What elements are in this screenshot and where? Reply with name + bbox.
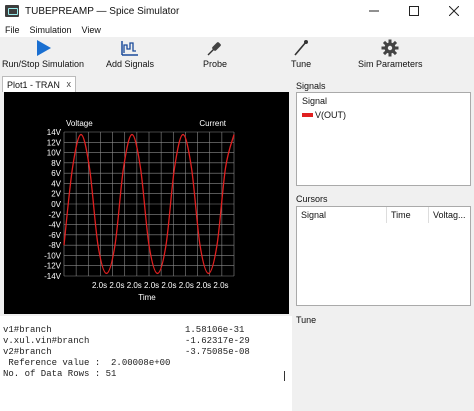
console-line: v2#branch xyxy=(3,347,52,357)
y-axis-label-voltage: Voltage xyxy=(66,119,93,128)
y-tick-label: -6V xyxy=(49,231,62,240)
cursors-table[interactable]: Signal Time Voltag... xyxy=(296,206,471,306)
y-tick-label: -2V xyxy=(49,210,62,219)
close-icon xyxy=(449,6,459,16)
add-signals-button[interactable]: Add Signals xyxy=(106,39,154,69)
probe-label: Probe xyxy=(203,59,228,69)
y-tick-label: 8V xyxy=(51,159,61,168)
cursors-column-voltage[interactable]: Voltag... xyxy=(429,207,472,223)
console-line: Reference value : 2.00008e+00 xyxy=(3,358,171,368)
console-line: No. of Data Rows : 51 xyxy=(3,369,117,379)
signal-item-label: V(OUT) xyxy=(315,110,346,120)
maximize-button[interactable] xyxy=(394,0,434,22)
menu-view[interactable]: View xyxy=(77,25,106,35)
menu-file[interactable]: File xyxy=(0,25,25,35)
title-bar: TUBEPREAMP — Spice Simulator xyxy=(0,0,474,22)
sim-parameters-label: Sim Parameters xyxy=(358,59,423,69)
maximize-icon xyxy=(409,6,419,16)
waveform-plot[interactable]: 14V 12V 10V 8V 6V 4V 2V 0V -2V -4V -6V -8V -10V -12V -… xyxy=(4,92,289,314)
window-controls xyxy=(354,0,474,22)
gear-icon xyxy=(381,39,399,57)
x-axis-label: Time xyxy=(138,293,156,302)
output-console[interactable]: v1#branch 1.58106e-31 v.xul.vin#branch -… xyxy=(0,316,292,411)
y-tick-label: -8V xyxy=(49,241,62,250)
console-value: 1.58106e-31 xyxy=(185,325,245,335)
y-tick-label: -4V xyxy=(49,221,62,230)
y-tick-label: -12V xyxy=(44,262,62,271)
console-line: v1#branch xyxy=(3,325,52,335)
play-icon xyxy=(37,40,52,56)
console-value: -1.62317e-29 xyxy=(185,336,250,346)
menu-bar: File Simulation View xyxy=(0,22,474,37)
signal-icon xyxy=(121,41,139,56)
y-tick-label: 14V xyxy=(47,128,62,137)
signals-header: Signals xyxy=(296,81,326,91)
tune-label: Tune xyxy=(291,59,312,69)
cursors-column-signal[interactable]: Signal xyxy=(297,207,387,223)
text-caret xyxy=(284,371,285,381)
minimize-button[interactable] xyxy=(354,0,394,22)
run-stop-label: Run/Stop Simulation xyxy=(2,59,85,69)
signals-list[interactable]: Signal V(OUT) xyxy=(296,92,471,186)
tune-button[interactable]: Tune xyxy=(291,39,311,69)
y-axis-label-current: Current xyxy=(199,119,226,128)
console-value: -3.75085e-08 xyxy=(185,347,250,357)
toolbar: Run/Stop Simulation Add Signals Probe Tu… xyxy=(0,37,474,74)
probe-icon xyxy=(207,42,221,56)
y-tick-label: 12V xyxy=(47,138,62,147)
window-title: TUBEPREAMP — Spice Simulator xyxy=(25,5,180,17)
console-line: v.xul.vin#branch xyxy=(3,336,90,346)
probe-button[interactable]: Probe xyxy=(203,39,227,69)
y-tick-label: 6V xyxy=(51,169,61,178)
cursors-header: Cursors xyxy=(296,194,328,204)
y-tick-label: 2V xyxy=(51,190,61,199)
tab-close-icon[interactable]: x xyxy=(67,79,72,89)
signal-item[interactable]: V(OUT) xyxy=(302,110,346,120)
tune-header: Tune xyxy=(296,315,317,325)
waveform-chart: 14V12V 10V8V6V4V 2V0V-2V -4V-6V-8V-10V -12V-… xyxy=(44,119,235,302)
tab-plot1-tran[interactable]: Plot1 - TRAN x xyxy=(2,76,76,92)
signal-color-swatch xyxy=(302,113,313,117)
tune-icon xyxy=(294,40,309,56)
sim-parameters-button[interactable]: Sim Parameters xyxy=(358,39,423,69)
add-signals-label: Add Signals xyxy=(106,59,155,69)
tab-label: Plot1 - TRAN xyxy=(7,79,60,90)
y-tick-label: 10V xyxy=(47,149,62,158)
y-tick-label: -10V xyxy=(44,251,62,260)
app-icon xyxy=(5,5,19,17)
signals-column-header: Signal xyxy=(302,96,328,106)
plot-tab-strip: Plot1 - TRAN x xyxy=(0,76,292,92)
close-button[interactable] xyxy=(434,0,474,22)
run-stop-simulation-button[interactable]: Run/Stop Simulation xyxy=(2,39,84,69)
minimize-icon xyxy=(369,10,379,12)
y-tick-label: 4V xyxy=(51,179,61,188)
y-tick-label: -14V xyxy=(44,272,62,281)
right-panel: Signals Signal V(OUT) Cursors Signal Tim… xyxy=(293,76,474,411)
y-tick-label: 0V xyxy=(51,200,61,209)
x-tick-labels: 2.0s 2.0s 2.0s 2.0s 2.0s 2.0s 2.0s 2.0s xyxy=(92,281,229,290)
cursors-column-time[interactable]: Time xyxy=(387,207,429,223)
menu-simulation[interactable]: Simulation xyxy=(25,25,77,35)
